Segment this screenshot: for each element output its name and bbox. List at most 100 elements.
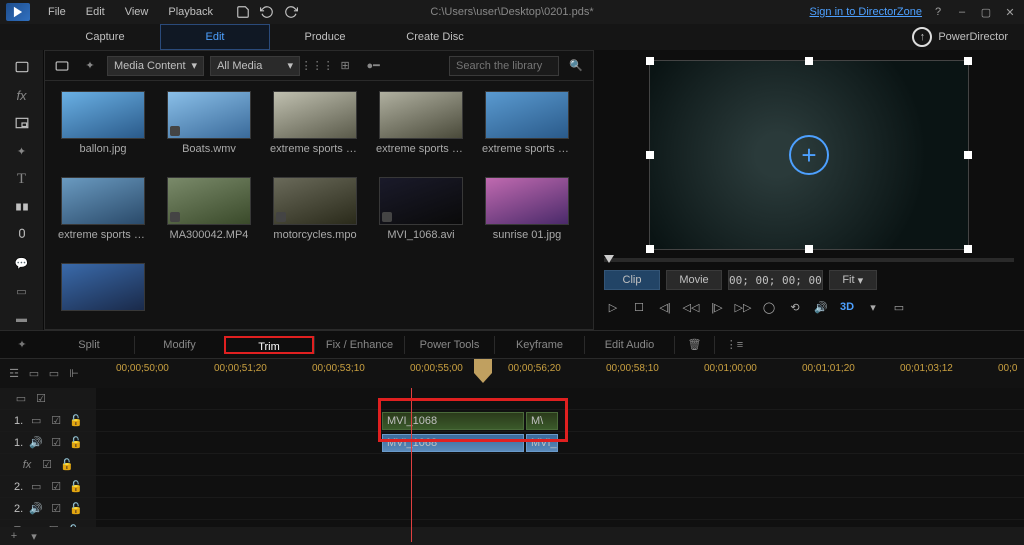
media-thumbnail[interactable]: MVI_1068.avi xyxy=(373,177,469,249)
visibility-toggle[interactable]: ☑ xyxy=(49,414,63,428)
action-modify[interactable]: Modify xyxy=(134,336,224,354)
menu-view[interactable]: View xyxy=(115,0,159,24)
media-thumbnail[interactable]: Boats.wmv xyxy=(161,91,257,163)
action-edit-audio[interactable]: Edit Audio xyxy=(584,336,674,354)
media-room-icon[interactable] xyxy=(9,56,35,78)
tab-produce[interactable]: Produce xyxy=(270,24,380,50)
action-power-tools[interactable]: Power Tools xyxy=(404,336,494,354)
tab-create-disc[interactable]: Create Disc xyxy=(380,24,490,50)
help-icon[interactable]: ? xyxy=(930,4,946,20)
voiceover-room-icon[interactable]: 💬 xyxy=(9,252,35,274)
visibility-toggle[interactable]: ☑ xyxy=(49,480,63,494)
add-track-icon[interactable]: + xyxy=(6,528,22,544)
playhead[interactable] xyxy=(474,359,492,373)
redo-icon[interactable] xyxy=(283,4,299,20)
stop-icon[interactable]: ☐ xyxy=(630,298,648,316)
media-thumbnail[interactable]: MA300042.MP4 xyxy=(161,177,257,249)
lock-toggle[interactable]: 🔓 xyxy=(69,502,83,516)
filter-dropdown[interactable]: All Media▾ xyxy=(210,56,300,76)
audio-clip[interactable]: MVI_1 xyxy=(526,434,558,452)
resize-handle[interactable] xyxy=(964,151,972,159)
visibility-toggle[interactable]: ☑ xyxy=(40,458,54,472)
resize-handle[interactable] xyxy=(646,151,654,159)
media-thumbnail[interactable]: extreme sports 02.j... xyxy=(373,91,469,163)
menu-edit[interactable]: Edit xyxy=(76,0,115,24)
visibility-toggle[interactable]: ☑ xyxy=(49,502,63,516)
video-clip[interactable]: MVI_1068 xyxy=(382,412,524,430)
three-d-button[interactable]: 3D xyxy=(838,298,856,316)
video-clip[interactable]: M\ xyxy=(526,412,558,430)
preview-scrub[interactable] xyxy=(604,258,1014,262)
timeline-marker-icon[interactable]: ▭ xyxy=(26,366,42,382)
loop-icon[interactable]: ⟲ xyxy=(786,298,804,316)
zoom-dropdown[interactable]: Fit ▾ xyxy=(829,270,877,290)
chevron-down-icon[interactable]: ▾ xyxy=(864,298,882,316)
preview-viewport[interactable]: + xyxy=(604,60,1014,250)
prev-frame-icon[interactable]: ◁| xyxy=(656,298,674,316)
resize-handle[interactable] xyxy=(805,57,813,65)
content-dropdown[interactable]: Media Content▾ xyxy=(107,56,204,76)
action-fix-enhance[interactable]: Fix / Enhance xyxy=(314,336,404,354)
fx-room-icon[interactable]: fx xyxy=(9,84,35,106)
preview-image[interactable]: + xyxy=(649,60,969,250)
timeline-snap-icon[interactable]: ⊩ xyxy=(66,366,82,382)
pip-room-icon[interactable] xyxy=(9,112,35,134)
media-thumbnail[interactable]: extreme sports 03.j... xyxy=(479,91,575,163)
transition-room-icon[interactable] xyxy=(9,196,35,218)
maximize-icon[interactable]: ▢ xyxy=(978,4,994,20)
title-room-icon[interactable]: T xyxy=(9,168,35,190)
action-trim[interactable]: Trim xyxy=(224,336,314,354)
lock-toggle[interactable]: 🔓 xyxy=(69,436,83,450)
volume-icon[interactable]: 🔊 xyxy=(812,298,830,316)
media-thumbnail[interactable]: motorcycles.mpo xyxy=(267,177,363,249)
resize-handle[interactable] xyxy=(646,57,654,65)
menu-playback[interactable]: Playback xyxy=(158,0,223,24)
search-icon[interactable]: 🔍 xyxy=(565,56,587,76)
minimize-icon[interactable]: – xyxy=(954,4,970,20)
fast-forward-icon[interactable]: ▷▷ xyxy=(734,298,752,316)
tab-edit[interactable]: Edit xyxy=(160,24,270,50)
media-thumbnail[interactable]: extreme sports 04.j... xyxy=(55,177,151,249)
grid-view-icon[interactable]: ⊞ xyxy=(334,56,356,76)
movie-mode-button[interactable]: Movie xyxy=(666,270,722,290)
lock-toggle[interactable]: 🔓 xyxy=(69,480,83,494)
close-icon[interactable]: ✕ xyxy=(1002,4,1018,20)
resize-handle[interactable] xyxy=(964,245,972,253)
lock-toggle[interactable]: 🔓 xyxy=(69,414,83,428)
chevron-down-icon[interactable]: ▾ xyxy=(26,528,42,544)
visibility-toggle[interactable]: ☑ xyxy=(34,392,48,406)
step-back-icon[interactable]: ◁◁ xyxy=(682,298,700,316)
timecode-display[interactable]: 00; 00; 00; 00 xyxy=(728,270,823,290)
visibility-toggle[interactable]: ☑ xyxy=(49,436,63,450)
resize-handle[interactable] xyxy=(964,57,972,65)
clip-mode-button[interactable]: Clip xyxy=(604,270,660,290)
action-split[interactable]: Split xyxy=(44,336,134,354)
save-icon[interactable] xyxy=(235,4,251,20)
audio-room-icon[interactable] xyxy=(9,224,35,246)
dock-icon[interactable]: ▭ xyxy=(890,298,908,316)
ruler-ticks[interactable]: 00;00;50;0000;00;51;2000;00;53;1000;00;5… xyxy=(96,359,1024,388)
lock-toggle[interactable]: 🔓 xyxy=(60,458,74,472)
timeline-view-icon[interactable]: ☲ xyxy=(6,366,22,382)
media-thumbnail[interactable]: ballon.jpg xyxy=(55,91,151,163)
import-icon[interactable] xyxy=(51,56,73,76)
resize-handle[interactable] xyxy=(805,245,813,253)
action-keyframe[interactable]: Keyframe xyxy=(494,336,584,354)
plugin-icon[interactable]: ✦ xyxy=(79,56,101,76)
undo-icon[interactable] xyxy=(259,4,275,20)
play-icon[interactable]: ▷ xyxy=(604,298,622,316)
subtitle-room-icon[interactable]: ▬ xyxy=(9,308,35,330)
sort-icon[interactable]: ⋮⋮⋮ xyxy=(306,56,328,76)
chapter-room-icon[interactable]: ▭ xyxy=(9,280,35,302)
resize-handle[interactable] xyxy=(646,245,654,253)
snapshot-icon[interactable]: ◯ xyxy=(760,298,778,316)
media-thumbnail[interactable] xyxy=(55,263,151,319)
next-frame-icon[interactable]: |▷ xyxy=(708,298,726,316)
media-thumbnail[interactable]: extreme sports 01.j... xyxy=(267,91,363,163)
media-thumbnail[interactable]: sunrise 01.jpg xyxy=(479,177,575,249)
audio-clip[interactable]: MVI_1068 xyxy=(382,434,524,452)
thumbnail-size-icon[interactable]: ●━ xyxy=(362,56,384,76)
particle-room-icon[interactable]: ✦ xyxy=(9,140,35,162)
magic-wand-icon[interactable]: ✦ xyxy=(0,338,44,351)
search-input[interactable] xyxy=(449,56,559,76)
